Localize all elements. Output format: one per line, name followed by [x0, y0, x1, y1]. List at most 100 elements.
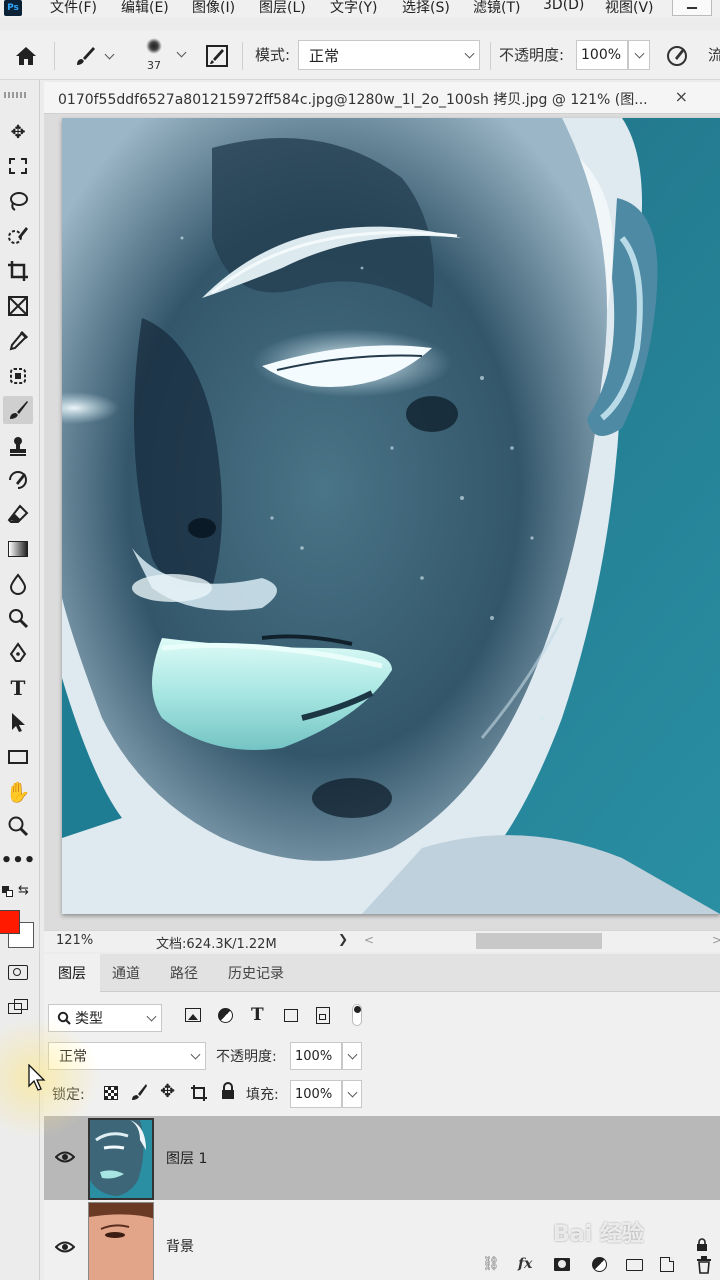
lock-label: 锁定: — [52, 1087, 85, 1103]
new-layer-button[interactable] — [660, 1257, 674, 1272]
layer-opacity-input[interactable]: 100% — [290, 1042, 342, 1070]
lock-icon — [697, 1238, 707, 1251]
lock-image-pixels-button[interactable] — [130, 1083, 148, 1105]
tab-channels[interactable]: 通道 — [112, 963, 140, 983]
layer-style-button[interactable]: fx — [518, 1256, 532, 1272]
blend-mode-value: 正常 — [309, 46, 340, 65]
horizontal-scrollbar-thumb[interactable] — [476, 933, 602, 949]
pen-tool[interactable] — [3, 639, 33, 667]
healing-brush-icon — [10, 368, 26, 384]
filter-toggle-switch[interactable] — [352, 1004, 362, 1026]
opacity-input[interactable]: 100% — [576, 40, 628, 70]
edit-toolbar-button[interactable]: ••• — [1, 846, 36, 874]
brush-size-picker[interactable]: 37 — [136, 34, 190, 78]
layer-visibility-toggle[interactable] — [54, 1146, 76, 1168]
crop-tool[interactable] — [3, 257, 33, 285]
eyedropper-tool[interactable] — [3, 327, 33, 355]
clone-stamp-tool[interactable] — [3, 432, 33, 460]
marquee-tool[interactable] — [3, 152, 33, 180]
lock-artboard-button[interactable] — [190, 1084, 208, 1106]
layer-opacity-slider-toggle[interactable] — [342, 1042, 362, 1070]
layer-filter-select[interactable]: 类型 — [48, 1004, 162, 1032]
pressure-opacity-button[interactable] — [662, 42, 692, 70]
tab-layers[interactable]: 图层 — [58, 963, 86, 983]
menu-edit[interactable]: 编辑(E) — [121, 0, 169, 17]
history-brush-tool[interactable] — [3, 466, 33, 494]
frame-tool[interactable] — [3, 292, 33, 320]
filter-type-layers-button[interactable]: T — [251, 1005, 264, 1025]
menu-filter[interactable]: 滤镜(T) — [473, 0, 520, 17]
fill-input[interactable]: 100% — [290, 1080, 342, 1108]
blend-mode-select[interactable]: 正常 — [298, 40, 480, 70]
rectangular-marquee-icon — [9, 158, 27, 174]
default-colors-button[interactable] — [2, 886, 14, 898]
new-adjustment-layer-button[interactable] — [592, 1257, 607, 1272]
add-mask-button[interactable] — [554, 1258, 570, 1271]
menu-type[interactable]: 文字(Y) — [330, 0, 377, 17]
layer-row[interactable]: 图层 1 — [44, 1116, 720, 1200]
eye-icon — [55, 1151, 75, 1163]
blur-tool[interactable] — [3, 570, 33, 598]
delete-layer-button[interactable] — [696, 1256, 712, 1278]
menu-view[interactable]: 视图(V) — [605, 0, 654, 17]
dodge-tool[interactable] — [3, 604, 33, 632]
menu-file[interactable]: 文件(F) — [50, 0, 97, 17]
hand-tool[interactable]: ✋ — [3, 778, 33, 806]
tab-paths[interactable]: 路径 — [170, 963, 198, 983]
lock-position-button[interactable]: ✥ — [160, 1081, 175, 1102]
brush-tool[interactable] — [3, 396, 33, 424]
menu-image[interactable]: 图像(I) — [192, 0, 235, 17]
canvas-area[interactable] — [44, 114, 720, 932]
chevron-down-icon — [190, 1049, 201, 1060]
move-tool[interactable]: ✥ — [3, 118, 33, 146]
brush-icon — [10, 401, 28, 419]
screen-mode-button[interactable] — [3, 992, 33, 1020]
quick-selection-icon — [8, 227, 28, 244]
status-menu-arrow[interactable]: ❯ — [338, 932, 348, 946]
filter-smart-objects-button[interactable] — [316, 1007, 330, 1024]
layer-blend-mode-select[interactable]: 正常 — [48, 1042, 206, 1070]
tool-preset-picker[interactable] — [66, 42, 120, 70]
menu-layer[interactable]: 图层(L) — [259, 0, 306, 17]
brush-icon — [76, 47, 95, 65]
document-tab[interactable]: 0170f55ddf6527a801215972ff584c.jpg@1280w… — [44, 82, 720, 114]
link-layers-button[interactable]: ⛓ — [482, 1256, 500, 1272]
brush-settings-panel-button[interactable] — [203, 42, 231, 70]
zoom-tool[interactable] — [3, 812, 33, 840]
lock-transparent-pixels-button[interactable] — [104, 1086, 118, 1100]
close-icon[interactable]: × — [675, 87, 688, 106]
home-button[interactable] — [12, 42, 40, 70]
zoom-level[interactable]: 121% — [56, 933, 93, 948]
swap-arrows-icon: ⇆ — [18, 883, 29, 898]
filter-pixel-layers-button[interactable] — [185, 1008, 201, 1022]
lock-all-button[interactable] — [220, 1082, 236, 1104]
swap-colors-button[interactable]: ⇆ — [18, 883, 29, 898]
layers-panel-footer: ⛓ fx — [44, 1252, 720, 1280]
quick-mask-button[interactable] — [3, 958, 33, 986]
opacity-slider-toggle[interactable] — [628, 40, 650, 70]
quick-selection-tool[interactable] — [3, 222, 33, 250]
toolbar-grip — [4, 92, 28, 98]
gradient-tool[interactable] — [3, 535, 33, 563]
type-tool[interactable]: T — [3, 674, 33, 702]
window-restore-button[interactable] — [672, 0, 712, 16]
lasso-tool[interactable] — [3, 187, 33, 215]
menu-3d[interactable]: 3D(D) — [543, 0, 584, 13]
layer-name: 图层 1 — [166, 1151, 208, 1167]
opacity-value: 100% — [581, 47, 622, 63]
tab-history[interactable]: 历史记录 — [228, 963, 284, 983]
scroll-left-arrow[interactable]: < — [364, 933, 374, 947]
inverted-portrait-image[interactable] — [62, 118, 720, 914]
filter-shape-layers-button[interactable] — [284, 1009, 298, 1022]
filter-adjustment-layers-button[interactable] — [218, 1008, 233, 1023]
fill-slider-toggle[interactable] — [342, 1080, 362, 1108]
scroll-right-arrow[interactable]: > — [712, 933, 720, 947]
new-group-button[interactable] — [626, 1259, 643, 1271]
spot-healing-tool[interactable] — [3, 362, 33, 390]
path-selection-tool[interactable] — [3, 708, 33, 736]
menu-select[interactable]: 选择(S) — [402, 0, 450, 17]
rectangle-tool[interactable] — [3, 743, 33, 771]
foreground-color-swatch[interactable] — [0, 910, 20, 934]
eraser-tool[interactable] — [3, 500, 33, 528]
pressure-icon — [667, 46, 687, 66]
